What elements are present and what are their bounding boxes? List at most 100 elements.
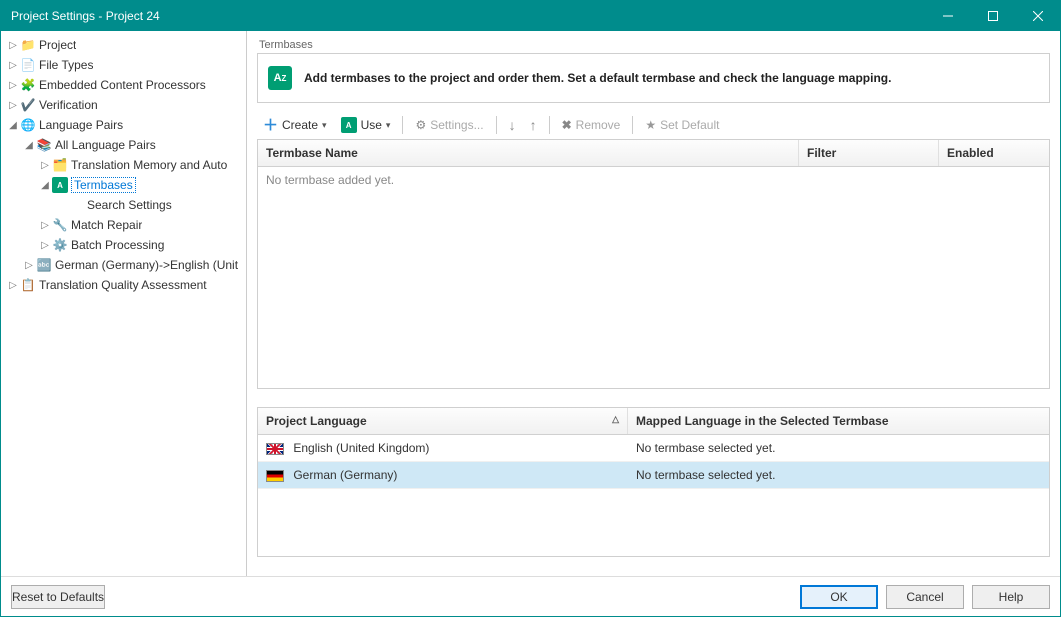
- language-mapping-table[interactable]: Project Language △ Mapped Language in th…: [257, 407, 1050, 557]
- set-default-label: Set Default: [660, 118, 719, 132]
- tree-item-german-english[interactable]: ▷ 🔤 German (Germany)->English (Unit: [3, 255, 244, 275]
- use-label: Use: [361, 118, 382, 132]
- separator: [496, 116, 497, 134]
- embedded-icon: 🧩: [20, 77, 36, 93]
- maximize-button[interactable]: [970, 1, 1015, 31]
- remove-label: Remove: [576, 118, 621, 132]
- batch-icon: ⚙️: [52, 237, 68, 253]
- project-icon: 📁: [20, 37, 36, 53]
- chevron-down-icon[interactable]: ◢: [7, 120, 19, 131]
- cell-project-lang: German (Germany): [258, 462, 628, 488]
- termbase-toolbar: ＋ Create ▾ A Use ▾ ⚙ Settings... ↓ ↑: [257, 113, 1050, 139]
- termbase-table[interactable]: Termbase Name Filter Enabled No termbase…: [257, 139, 1050, 389]
- all-lang-icon: 📚: [36, 137, 52, 153]
- tree-item-termbases[interactable]: ◢ A Termbases: [3, 175, 244, 195]
- description-text: Add termbases to the project and order t…: [304, 71, 891, 85]
- cancel-button[interactable]: Cancel: [886, 585, 964, 609]
- section-title: Termbases: [257, 39, 1050, 51]
- tree-item-file-types[interactable]: ▷ 📄 File Types: [3, 55, 244, 75]
- tree-item-language-pairs[interactable]: ◢ 🌐 Language Pairs: [3, 115, 244, 135]
- chevron-right-icon[interactable]: ▷: [39, 220, 51, 231]
- settings-label: Settings...: [430, 118, 483, 132]
- tree-item-batch-processing[interactable]: ▷ ⚙️ Batch Processing: [3, 235, 244, 255]
- tree-item-all-language-pairs[interactable]: ◢ 📚 All Language Pairs: [3, 135, 244, 155]
- move-up-button: ↑: [524, 115, 543, 135]
- col-filter[interactable]: Filter: [799, 140, 939, 166]
- chevron-right-icon[interactable]: ▷: [7, 40, 19, 51]
- col-project-language[interactable]: Project Language △: [258, 408, 628, 434]
- tree-label: All Language Pairs: [55, 138, 156, 152]
- plus-icon: ＋: [263, 118, 278, 133]
- description-box: AZ Add termbases to the project and orde…: [257, 53, 1050, 103]
- tree-label: Search Settings: [87, 198, 172, 212]
- tree-label: File Types: [39, 58, 93, 72]
- tree-label: Verification: [39, 98, 98, 112]
- tree-item-verification[interactable]: ▷ ✔️ Verification: [3, 95, 244, 115]
- tree-label: Translation Memory and Auto: [71, 158, 227, 172]
- chevron-right-icon[interactable]: ▷: [7, 280, 19, 291]
- close-button[interactable]: [1015, 1, 1060, 31]
- tree-label: Embedded Content Processors: [39, 78, 206, 92]
- tree-item-tqa[interactable]: ▷ 📋 Translation Quality Assessment: [3, 275, 244, 295]
- separator: [402, 116, 403, 134]
- help-button[interactable]: Help: [972, 585, 1050, 609]
- window-title: Project Settings - Project 24: [11, 9, 925, 23]
- match-repair-icon: 🔧: [52, 217, 68, 233]
- chevron-right-icon[interactable]: ▷: [7, 60, 19, 71]
- chevron-down-icon: ▾: [386, 120, 391, 131]
- tree-label: Match Repair: [71, 218, 142, 232]
- tree-item-project[interactable]: ▷ 📁 Project: [3, 35, 244, 55]
- settings-tree[interactable]: ▷ 📁 Project ▷ 📄 File Types ▷ 🧩 Embedded …: [1, 31, 247, 576]
- cell-mapped-lang: No termbase selected yet.: [628, 435, 1049, 461]
- use-button[interactable]: A Use ▾: [335, 115, 397, 135]
- chevron-right-icon[interactable]: ▷: [7, 80, 19, 91]
- chevron-right-icon[interactable]: ▷: [23, 260, 35, 271]
- star-icon: ★: [645, 118, 656, 132]
- settings-button: ⚙ Settings...: [409, 116, 489, 134]
- termbase-icon: A: [52, 177, 68, 193]
- verification-icon: ✔️: [20, 97, 36, 113]
- tree-label: Translation Quality Assessment: [39, 278, 207, 292]
- chevron-right-icon[interactable]: ▷: [39, 160, 51, 171]
- create-button[interactable]: ＋ Create ▾: [257, 116, 333, 135]
- reset-defaults-button[interactable]: Reset to Defaults: [11, 585, 105, 609]
- chevron-down-icon: ▾: [322, 120, 327, 131]
- create-label: Create: [282, 118, 318, 132]
- ok-button[interactable]: OK: [800, 585, 878, 609]
- table-header: Termbase Name Filter Enabled: [258, 140, 1049, 167]
- termbase-icon: A: [341, 117, 357, 133]
- col-mapped-language[interactable]: Mapped Language in the Selected Termbase: [628, 408, 1049, 434]
- maximize-icon: [988, 11, 998, 21]
- tree-item-tm-auto[interactable]: ▷ 🗂️ Translation Memory and Auto: [3, 155, 244, 175]
- table-row[interactable]: English (United Kingdom) No termbase sel…: [258, 435, 1049, 462]
- move-down-button: ↓: [503, 115, 522, 135]
- col-enabled[interactable]: Enabled: [939, 140, 1049, 166]
- titlebar: Project Settings - Project 24: [1, 1, 1060, 31]
- flag-uk-icon: [266, 443, 284, 455]
- separator: [549, 116, 550, 134]
- empty-message: No termbase added yet.: [258, 167, 1049, 193]
- x-icon: ✖: [562, 118, 572, 132]
- sort-asc-icon: △: [612, 414, 619, 425]
- cell-mapped-lang: No termbase selected yet.: [628, 462, 1049, 488]
- arrow-up-icon: ↑: [530, 117, 537, 133]
- chevron-down-icon[interactable]: ◢: [23, 140, 35, 151]
- lang-pair-icon: 🔤: [36, 257, 52, 273]
- tree-label: Batch Processing: [71, 238, 164, 252]
- tree-item-embedded[interactable]: ▷ 🧩 Embedded Content Processors: [3, 75, 244, 95]
- dialog-footer: Reset to Defaults OK Cancel Help: [1, 576, 1060, 616]
- chevron-right-icon[interactable]: ▷: [39, 240, 51, 251]
- chevron-down-icon[interactable]: ◢: [39, 180, 51, 191]
- tree-label: Language Pairs: [39, 118, 123, 132]
- minimize-button[interactable]: [925, 1, 970, 31]
- separator: [632, 116, 633, 134]
- minimize-icon: [943, 11, 953, 21]
- chevron-right-icon[interactable]: ▷: [7, 100, 19, 111]
- arrow-down-icon: ↓: [509, 117, 516, 133]
- tree-item-search-settings[interactable]: Search Settings: [3, 195, 244, 215]
- col-termbase-name[interactable]: Termbase Name: [258, 140, 799, 166]
- gear-icon: ⚙: [415, 118, 426, 132]
- table-row[interactable]: German (Germany) No termbase selected ye…: [258, 462, 1049, 489]
- language-pairs-icon: 🌐: [20, 117, 36, 133]
- tree-item-match-repair[interactable]: ▷ 🔧 Match Repair: [3, 215, 244, 235]
